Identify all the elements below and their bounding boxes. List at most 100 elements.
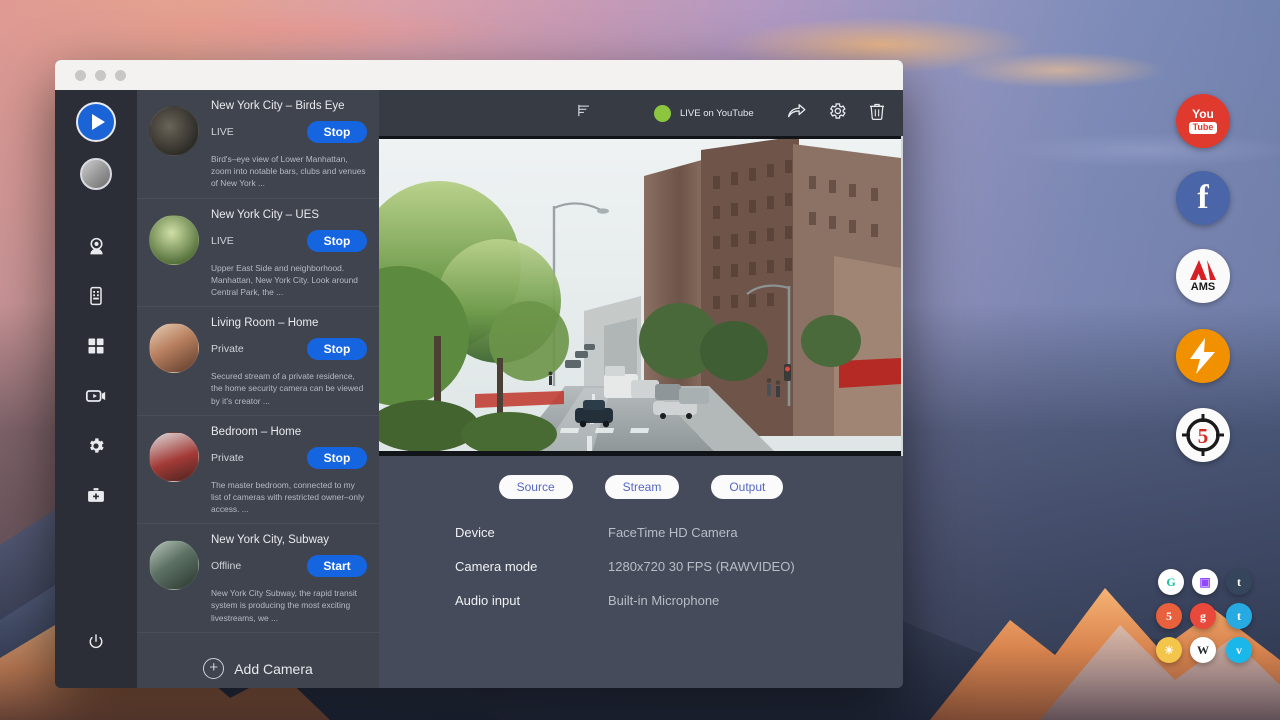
plus-icon: + (203, 658, 224, 679)
camera-description: Secured stream of a private residence, t… (211, 370, 367, 407)
dock-icon-google-plus[interactable]: g (1190, 603, 1216, 629)
adobe-a-icon (1188, 259, 1218, 281)
dock-icon-feedly[interactable]: 5 (1156, 603, 1182, 629)
camera-list-scroll[interactable]: New York City – Birds Eye LIVE Stop Bird… (137, 90, 379, 688)
nav-rail (55, 90, 137, 688)
detail-key: Device (455, 525, 608, 540)
window-close-button[interactable] (75, 70, 86, 81)
live-label: LIVE on YouTube (680, 108, 754, 119)
dock-icon-twitch[interactable]: ▣ (1192, 569, 1218, 595)
sidebar-item-devices[interactable] (76, 274, 116, 318)
camera-title: Bedroom – Home (211, 426, 367, 438)
detail-value[interactable]: Built-in Microphone (608, 593, 719, 608)
sidebar-item-cameras[interactable] (76, 224, 116, 268)
trash-icon[interactable] (867, 101, 887, 126)
youtube-you-label: You (1192, 108, 1214, 120)
window-maximize-button[interactable] (115, 70, 126, 81)
share-arrow-icon[interactable] (786, 100, 807, 126)
tab-stream[interactable]: Stream (605, 475, 680, 499)
sidebar-item-settings[interactable] (76, 424, 116, 468)
camera-description: Bird's–eye view of Lower Manhattan, zoom… (211, 153, 367, 190)
camera-stop-button[interactable]: Stop (307, 121, 367, 143)
toolbar: LIVE on YouTube (379, 90, 903, 136)
camera-thumbnail (149, 323, 199, 373)
app-window: New York City – Birds Eye LIVE Stop Bird… (55, 60, 903, 688)
add-camera-button[interactable]: + Add Camera (137, 633, 379, 688)
feedly-glyph: 5 (1166, 609, 1172, 624)
dock-icon-twitter[interactable]: t (1226, 603, 1252, 629)
camera-start-button[interactable]: Start (307, 555, 367, 577)
list-item[interactable]: New York City – UES LIVE Stop Upper East… (137, 199, 379, 308)
dock-icon-facebook[interactable]: f (1176, 171, 1230, 225)
camera-stop-button[interactable]: Stop (307, 230, 367, 252)
dock-icon-grammarly[interactable]: G (1158, 569, 1184, 595)
camera-title: New York City – UES (211, 209, 367, 221)
list-item[interactable]: Living Room – Home Private Stop Secured … (137, 307, 379, 416)
main-panel: LIVE on YouTube (379, 90, 903, 688)
target-icon: 5 (1179, 411, 1227, 459)
camera-thumbnail (149, 540, 199, 590)
tab-output[interactable]: Output (711, 475, 783, 499)
camera-description: The master bedroom, connected to my list… (211, 479, 367, 516)
app-body: New York City – Birds Eye LIVE Stop Bird… (55, 90, 903, 688)
dock-icon-winamp[interactable] (1176, 329, 1230, 383)
camera-status: LIVE (211, 235, 234, 247)
list-item[interactable]: New York City – Birds Eye LIVE Stop Bird… (137, 90, 379, 199)
first-aid-kit-icon (86, 486, 106, 506)
lightning-bolt-icon (1182, 335, 1224, 377)
sidebar-item-dashboard[interactable] (76, 324, 116, 368)
avatar[interactable] (80, 158, 112, 190)
five-label: 5 (1198, 424, 1209, 448)
camera-stop-button[interactable]: Stop (307, 447, 367, 469)
camera-title: Living Room – Home (211, 317, 367, 329)
camera-list-panel: New York City – Birds Eye LIVE Stop Bird… (137, 90, 379, 688)
dock-icon-wordpress[interactable]: W (1190, 637, 1216, 663)
camera-stop-button[interactable]: Stop (307, 338, 367, 360)
detail-row-audio-input: Audio input Built-in Microphone (455, 593, 903, 608)
sidebar-item-broadcasts[interactable] (76, 374, 116, 418)
detail-key: Camera mode (455, 559, 608, 574)
dock-icon-tumblr[interactable]: t (1226, 569, 1252, 595)
list-item[interactable]: Bedroom – Home Private Stop The master b… (137, 416, 379, 525)
ams-label: AMS (1191, 282, 1215, 293)
sidebar-item-power[interactable] (76, 620, 116, 664)
dock-icon-vimeo[interactable]: v (1226, 637, 1252, 663)
dock-icon-adobe-ams[interactable]: AMS (1176, 249, 1230, 303)
live-status-badge: LIVE on YouTube (654, 105, 754, 122)
tab-source[interactable]: Source (499, 475, 573, 499)
live-indicator-dot (654, 105, 671, 122)
window-minimize-button[interactable] (95, 70, 106, 81)
twitch-glyph: ▣ (1199, 575, 1210, 590)
gear-icon[interactable] (827, 101, 847, 126)
dock-icon-five-target[interactable]: 5 (1176, 408, 1230, 462)
google-plus-glyph: g (1200, 609, 1206, 624)
camera-icon (86, 236, 107, 257)
power-icon (87, 633, 105, 651)
camera-thumbnail (149, 106, 199, 156)
detail-table: Device FaceTime HD Camera Camera mode 12… (379, 499, 903, 627)
camera-description: Upper East Side and neighborhood. Manhat… (211, 262, 367, 299)
sun-glyph: ☀ (1164, 644, 1174, 657)
camera-status: LIVE (211, 126, 234, 138)
grid-dashboard-icon (86, 336, 106, 356)
detail-value[interactable]: FaceTime HD Camera (608, 525, 738, 540)
add-camera-label: Add Camera (234, 661, 313, 677)
sidebar-item-support[interactable] (76, 474, 116, 518)
detail-row-device: Device FaceTime HD Camera (455, 525, 903, 540)
detail-key: Audio input (455, 593, 608, 608)
sort-icon[interactable] (577, 103, 592, 123)
dock-icon-sun-app[interactable]: ☀ (1156, 637, 1182, 663)
video-preview[interactable] (379, 136, 903, 456)
preview-tabs: Source Stream Output (379, 456, 903, 499)
detail-value[interactable]: 1280x720 30 FPS (RAWVIDEO) (608, 559, 795, 574)
camera-thumbnail (149, 432, 199, 482)
window-titlebar[interactable] (55, 60, 903, 90)
camera-thumbnail (149, 215, 199, 265)
wordpress-glyph: W (1197, 643, 1209, 658)
tumblr-glyph: t (1237, 575, 1241, 590)
camera-status: Offline (211, 560, 241, 572)
twitter-glyph: t (1237, 609, 1241, 624)
dock-icon-youtube[interactable]: You Tube (1176, 94, 1230, 148)
app-logo-icon[interactable] (76, 102, 116, 142)
list-item[interactable]: New York City, Subway Offline Start New … (137, 524, 379, 633)
